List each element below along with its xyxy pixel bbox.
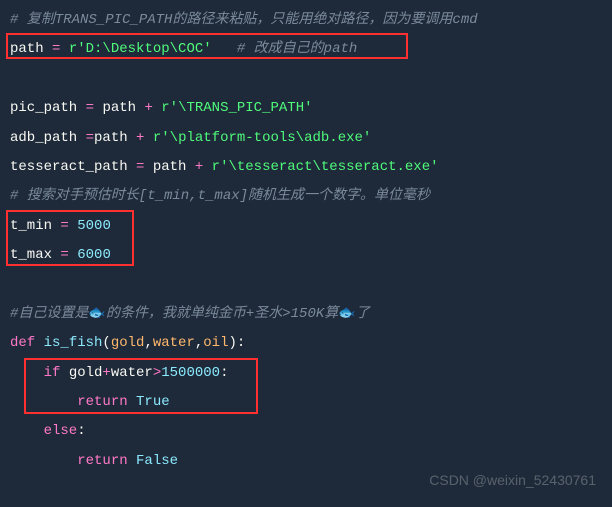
code-line: t_min = 5000 [10,212,602,241]
bool: True [136,394,170,410]
op: > [153,365,161,381]
fish-icon: 🐟 [88,306,105,322]
var: t_max [10,247,60,263]
number: 6000 [77,247,111,263]
comment-part: 的条件，我就单纯金币+圣水>150K算 [106,306,338,322]
keyword: return [10,394,136,410]
function-name: is_fish [44,335,103,351]
op: = [52,41,69,57]
code-line-path: path = r'D:\Desktop\COC' # 改成自己的path [10,35,602,64]
op: = [60,218,77,234]
keyword: if [10,365,69,381]
op: = [60,247,77,263]
param: water [153,335,195,351]
comment: #自己设置是🐟的条件，我就单纯金币+圣水>150K算🐟了 [10,306,370,322]
string: r'D:\Desktop\COC' [69,41,212,57]
var: path [153,159,195,175]
code-line-return: return True [10,388,602,417]
op: = [86,100,103,116]
op: + [102,365,110,381]
code-line-if: if gold+water>1500000: [10,359,602,388]
code-line: adb_path =path + r'\platform-tools\adb.e… [10,124,602,153]
colon: : [77,423,85,439]
string: r'\TRANS_PIC_PATH' [161,100,312,116]
code-line: pic_path = path + r'\TRANS_PIC_PATH' [10,94,602,123]
code-line: tesseract_path = path + r'\tesseract\tes… [10,153,602,182]
number: 5000 [77,218,111,234]
comma: , [144,335,152,351]
paren: ): [228,335,245,351]
comment: # 搜索对手预估时长[t_min,t_max]随机生成一个数字。单位毫秒 [10,188,430,204]
var: gold [69,365,103,381]
bool: False [136,453,178,469]
keyword: return [10,453,136,469]
op: + [144,100,161,116]
fish-icon: 🐟 [338,306,355,322]
number: 1500000 [161,365,220,381]
code-line: t_max = 6000 [10,241,602,270]
op: + [195,159,212,175]
var: path [102,100,144,116]
var: path [10,41,52,57]
var: water [111,365,153,381]
comment-part: #自己设置是 [10,306,88,322]
code-line-comment: # 搜索对手预估时长[t_min,t_max]随机生成一个数字。单位毫秒 [10,182,602,211]
op: = [86,130,94,146]
comment-part: 了 [356,306,370,322]
code-line-def: def is_fish(gold,water,oil): [10,329,602,358]
keyword: def [10,335,44,351]
var: adb_path [10,130,86,146]
param: gold [111,335,145,351]
paren: ( [102,335,110,351]
var: tesseract_path [10,159,136,175]
var: pic_path [10,100,86,116]
op: + [136,130,153,146]
comment: # 改成自己的path [212,41,358,57]
code-line-comment: # 复制TRANS_PIC_PATH的路径来粘贴，只能用绝对路径，因为要调用cm… [10,6,602,35]
param: oil [203,335,228,351]
var: path [94,130,136,146]
op: = [136,159,153,175]
string: r'\platform-tools\adb.exe' [153,130,371,146]
colon: : [220,365,228,381]
code-line-comment: #自己设置是🐟的条件，我就单纯金币+圣水>150K算🐟了 [10,300,602,329]
blank-line [10,65,602,94]
code-line-else: else: [10,417,602,446]
watermark-text: CSDN @weixin_52430761 [429,466,596,495]
keyword: else [10,423,77,439]
comma: , [195,335,203,351]
blank-line [10,271,602,300]
var: t_min [10,218,60,234]
string: r'\tesseract\tesseract.exe' [212,159,439,175]
comment-text: # 复制TRANS_PIC_PATH的路径来粘贴，只能用绝对路径，因为要调用cm… [10,12,478,28]
